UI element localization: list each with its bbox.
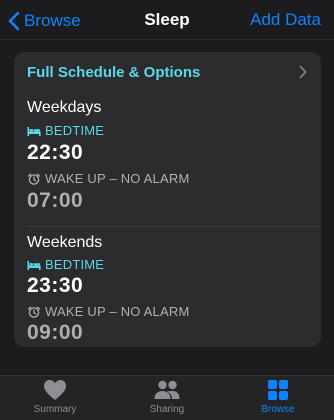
- weekends-bedtime-value: 23:30: [27, 274, 84, 297]
- add-data-button[interactable]: Add Data: [250, 10, 321, 30]
- card-header-label: Full Schedule & Options: [27, 64, 201, 81]
- weekends-wake-label: WAKE UP – NO ALARM: [27, 304, 189, 319]
- chevron-right-icon: [299, 65, 307, 79]
- full-schedule-link[interactable]: Full Schedule & Options: [14, 52, 321, 88]
- navigation-bar: Browse Sleep Add Data: [0, 0, 334, 40]
- bed-icon: [27, 126, 41, 136]
- people-icon: [154, 380, 180, 399]
- sleep-schedule-card: Full Schedule & Options Weekdays BEDTIME…: [14, 52, 321, 347]
- section-divider: [27, 226, 321, 227]
- main-content: Full Schedule & Options Weekdays BEDTIME…: [0, 41, 334, 375]
- tab-summary[interactable]: Summary: [15, 379, 95, 415]
- tab-browse[interactable]: Browse: [238, 379, 318, 415]
- weekends-wake-value: 09:00: [27, 321, 84, 344]
- heart-icon: [44, 380, 66, 400]
- weekdays-wake-value: 07:00: [27, 189, 84, 212]
- weekdays-wake-label: WAKE UP – NO ALARM: [27, 171, 189, 186]
- alarm-clock-icon: [27, 173, 41, 185]
- alarm-clock-icon: [27, 306, 41, 318]
- tab-sharing[interactable]: Sharing: [127, 379, 207, 415]
- tab-bar: Summary Sharing Browse: [0, 375, 334, 420]
- weekends-title: Weekends: [27, 234, 103, 251]
- weekdays-bedtime-value: 22:30: [27, 141, 84, 164]
- weekdays-bedtime-label: BEDTIME: [27, 123, 104, 138]
- weekends-bedtime-label: BEDTIME: [27, 257, 104, 272]
- weekdays-title: Weekdays: [27, 99, 102, 116]
- grid-icon: [268, 380, 288, 400]
- bed-icon: [27, 260, 41, 270]
